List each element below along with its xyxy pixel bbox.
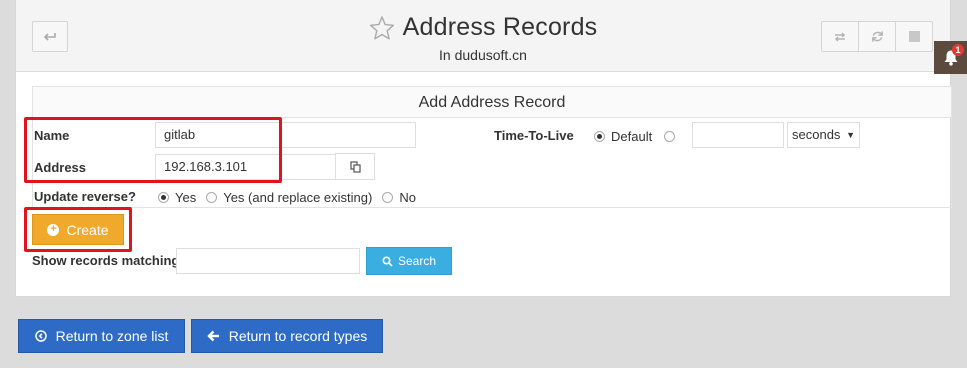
reverse-replace-label: Yes (and replace existing) [223,190,373,205]
page-title: Address Records [402,13,598,41]
caret-down-icon: ▼ [846,130,855,140]
ttl-input[interactable] [692,122,784,148]
notification-badge: 1 [952,44,964,56]
reverse-replace-radio[interactable] [206,192,218,203]
page-subtitle: In dudusoft.cn [439,47,527,63]
form-title: Add Address Record [33,87,951,118]
arrow-circle-left-icon [34,330,47,342]
transfer-icon [834,31,846,42]
search-input[interactable] [176,248,360,274]
address-chooser-button[interactable] [335,153,375,180]
stop-button[interactable] [895,21,933,52]
ttl-radio-group: Default [594,129,681,144]
return-zone-list-label: Return to zone list [55,328,169,344]
ttl-label: Time-To-Live [494,128,574,143]
ttl-unit-select[interactable]: seconds ▼ [787,122,860,148]
search-button[interactable]: Search [366,247,452,275]
stop-icon [908,31,920,42]
search-label: Show records matching: [32,253,184,268]
ttl-custom-radio[interactable] [664,131,676,142]
highlight-create [24,207,132,252]
reverse-radio-group: Yes Yes (and replace existing) No [158,190,426,205]
return-zone-list-button[interactable]: Return to zone list [18,319,185,353]
search-button-label: Search [397,254,437,268]
arrow-left-icon [207,330,219,342]
refresh-button[interactable] [858,21,896,52]
transfer-button[interactable] [821,21,859,52]
search-icon [382,255,393,267]
copy-icon [349,160,361,173]
reverse-no-label: No [399,190,416,205]
header-action-group [821,21,936,52]
reverse-yes-radio[interactable] [158,192,169,203]
return-record-types-button[interactable]: Return to record types [191,319,383,353]
ttl-default-radio[interactable] [594,131,605,142]
refresh-icon [871,31,883,42]
ttl-unit-value: seconds [792,127,841,142]
highlight-name-address [24,117,282,183]
reverse-label: Update reverse? [34,189,136,204]
panel-header: Address Records In dudusoft.cn [16,0,950,72]
title-row: Address Records [16,13,950,42]
ttl-default-label: Default [611,129,653,144]
star-icon[interactable] [369,15,395,41]
return-record-types-label: Return to record types [228,328,368,344]
notifications-button[interactable]: 1 [934,41,967,74]
reverse-yes-label: Yes [175,190,197,205]
reverse-no-radio[interactable] [382,192,394,203]
